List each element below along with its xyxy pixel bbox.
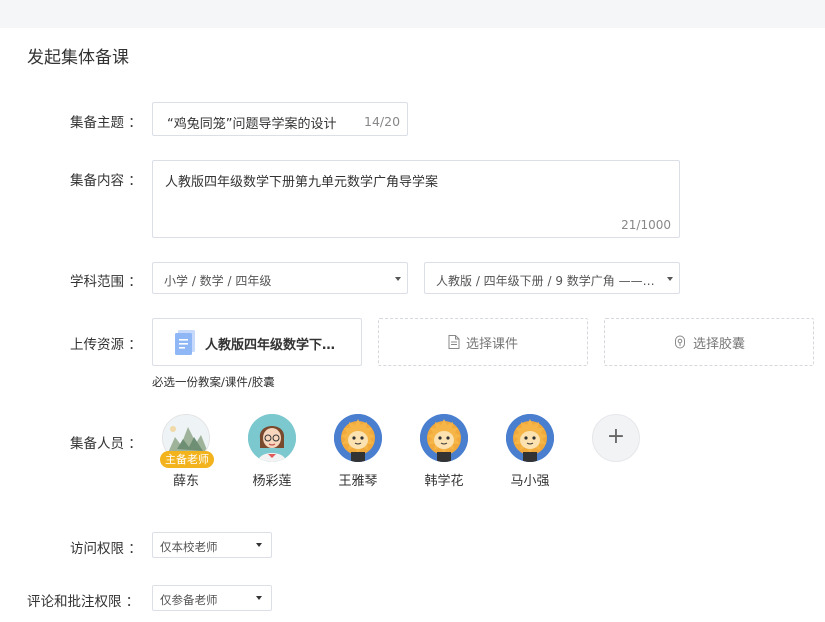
select-capsule-button[interactable]: 选择胶囊	[604, 318, 814, 366]
avatar	[334, 414, 382, 462]
uploaded-resource-card[interactable]: 人教版四年级数学下…	[152, 318, 362, 366]
member-item[interactable]: 杨彩莲	[248, 414, 296, 489]
content-counter: 21/1000	[621, 218, 671, 232]
uploaded-resource-name: 人教版四年级数学下…	[205, 338, 336, 353]
member-name: 韩学花	[424, 474, 464, 489]
grade-select-value: 小学 / 数学 / 四年级	[164, 274, 272, 288]
textbook-select[interactable]: 人教版 / 四年级下册 / 9 数学广角 ——鸡…	[424, 262, 680, 294]
topic-counter: 14/20	[364, 114, 401, 129]
comment-select-value: 仅参备老师	[160, 593, 218, 607]
member-item[interactable]: 韩学花	[420, 414, 468, 489]
host-teacher-badge: 主备老师	[160, 451, 214, 468]
caret-down-icon	[395, 277, 401, 281]
access-select-value: 仅本校老师	[160, 540, 218, 554]
select-courseware-label: 选择课件	[465, 336, 518, 352]
document-icon	[175, 330, 195, 355]
member-name: 薛东	[172, 474, 199, 489]
members-label: 集备人员 ：	[70, 436, 142, 452]
content-value: 人教版四年级数学下册第九单元数学广角导学案	[165, 175, 439, 190]
content-textarea[interactable]: 人教版四年级数学下册第九单元数学广角导学案 21/1000	[152, 160, 680, 238]
avatar	[506, 414, 554, 462]
comment-select[interactable]: 仅参备老师	[152, 585, 272, 611]
resources-label: 上传资源 ：	[70, 337, 142, 353]
member-item[interactable]: 王雅琴	[334, 414, 382, 489]
topic-value: “鸡兔同笼”问题导学案的设计	[167, 117, 337, 132]
member-name: 王雅琴	[338, 474, 378, 489]
plus-icon: +	[606, 424, 626, 449]
access-select[interactable]: 仅本校老师	[152, 532, 272, 558]
member-item[interactable]: 主备老师 薛东	[160, 414, 214, 489]
caret-down-icon	[667, 277, 673, 281]
add-member-button[interactable]: +	[592, 414, 640, 462]
member-name: 马小强	[510, 474, 550, 489]
top-bar	[0, 0, 825, 28]
caret-down-icon	[256, 543, 262, 547]
member-name: 杨彩莲	[252, 474, 292, 489]
file-icon	[448, 335, 460, 349]
select-capsule-label: 选择胶囊	[692, 336, 745, 352]
select-courseware-button[interactable]: 选择课件	[378, 318, 588, 366]
member-item[interactable]: 马小强	[506, 414, 554, 489]
grade-select[interactable]: 小学 / 数学 / 四年级	[152, 262, 408, 294]
access-label: 访问权限 ：	[70, 541, 142, 557]
content-label: 集备内容 ：	[70, 173, 142, 189]
textbook-select-value: 人教版 / 四年级下册 / 9 数学广角 ——鸡…	[436, 274, 666, 288]
comment-label: 评论和批注权限 ：	[27, 594, 140, 610]
resource-hint: 必选一份教案/课件/胶囊	[152, 375, 275, 389]
subject-label: 学科范围 ：	[70, 274, 142, 290]
topic-label: 集备主题 ：	[70, 115, 142, 131]
capsule-icon	[674, 335, 685, 349]
page-title: 发起集体备课	[27, 48, 129, 68]
avatar	[420, 414, 468, 462]
topic-input[interactable]: “鸡兔同笼”问题导学案的设计 14/20	[152, 102, 408, 136]
avatar	[248, 414, 296, 462]
caret-down-icon	[256, 596, 262, 600]
